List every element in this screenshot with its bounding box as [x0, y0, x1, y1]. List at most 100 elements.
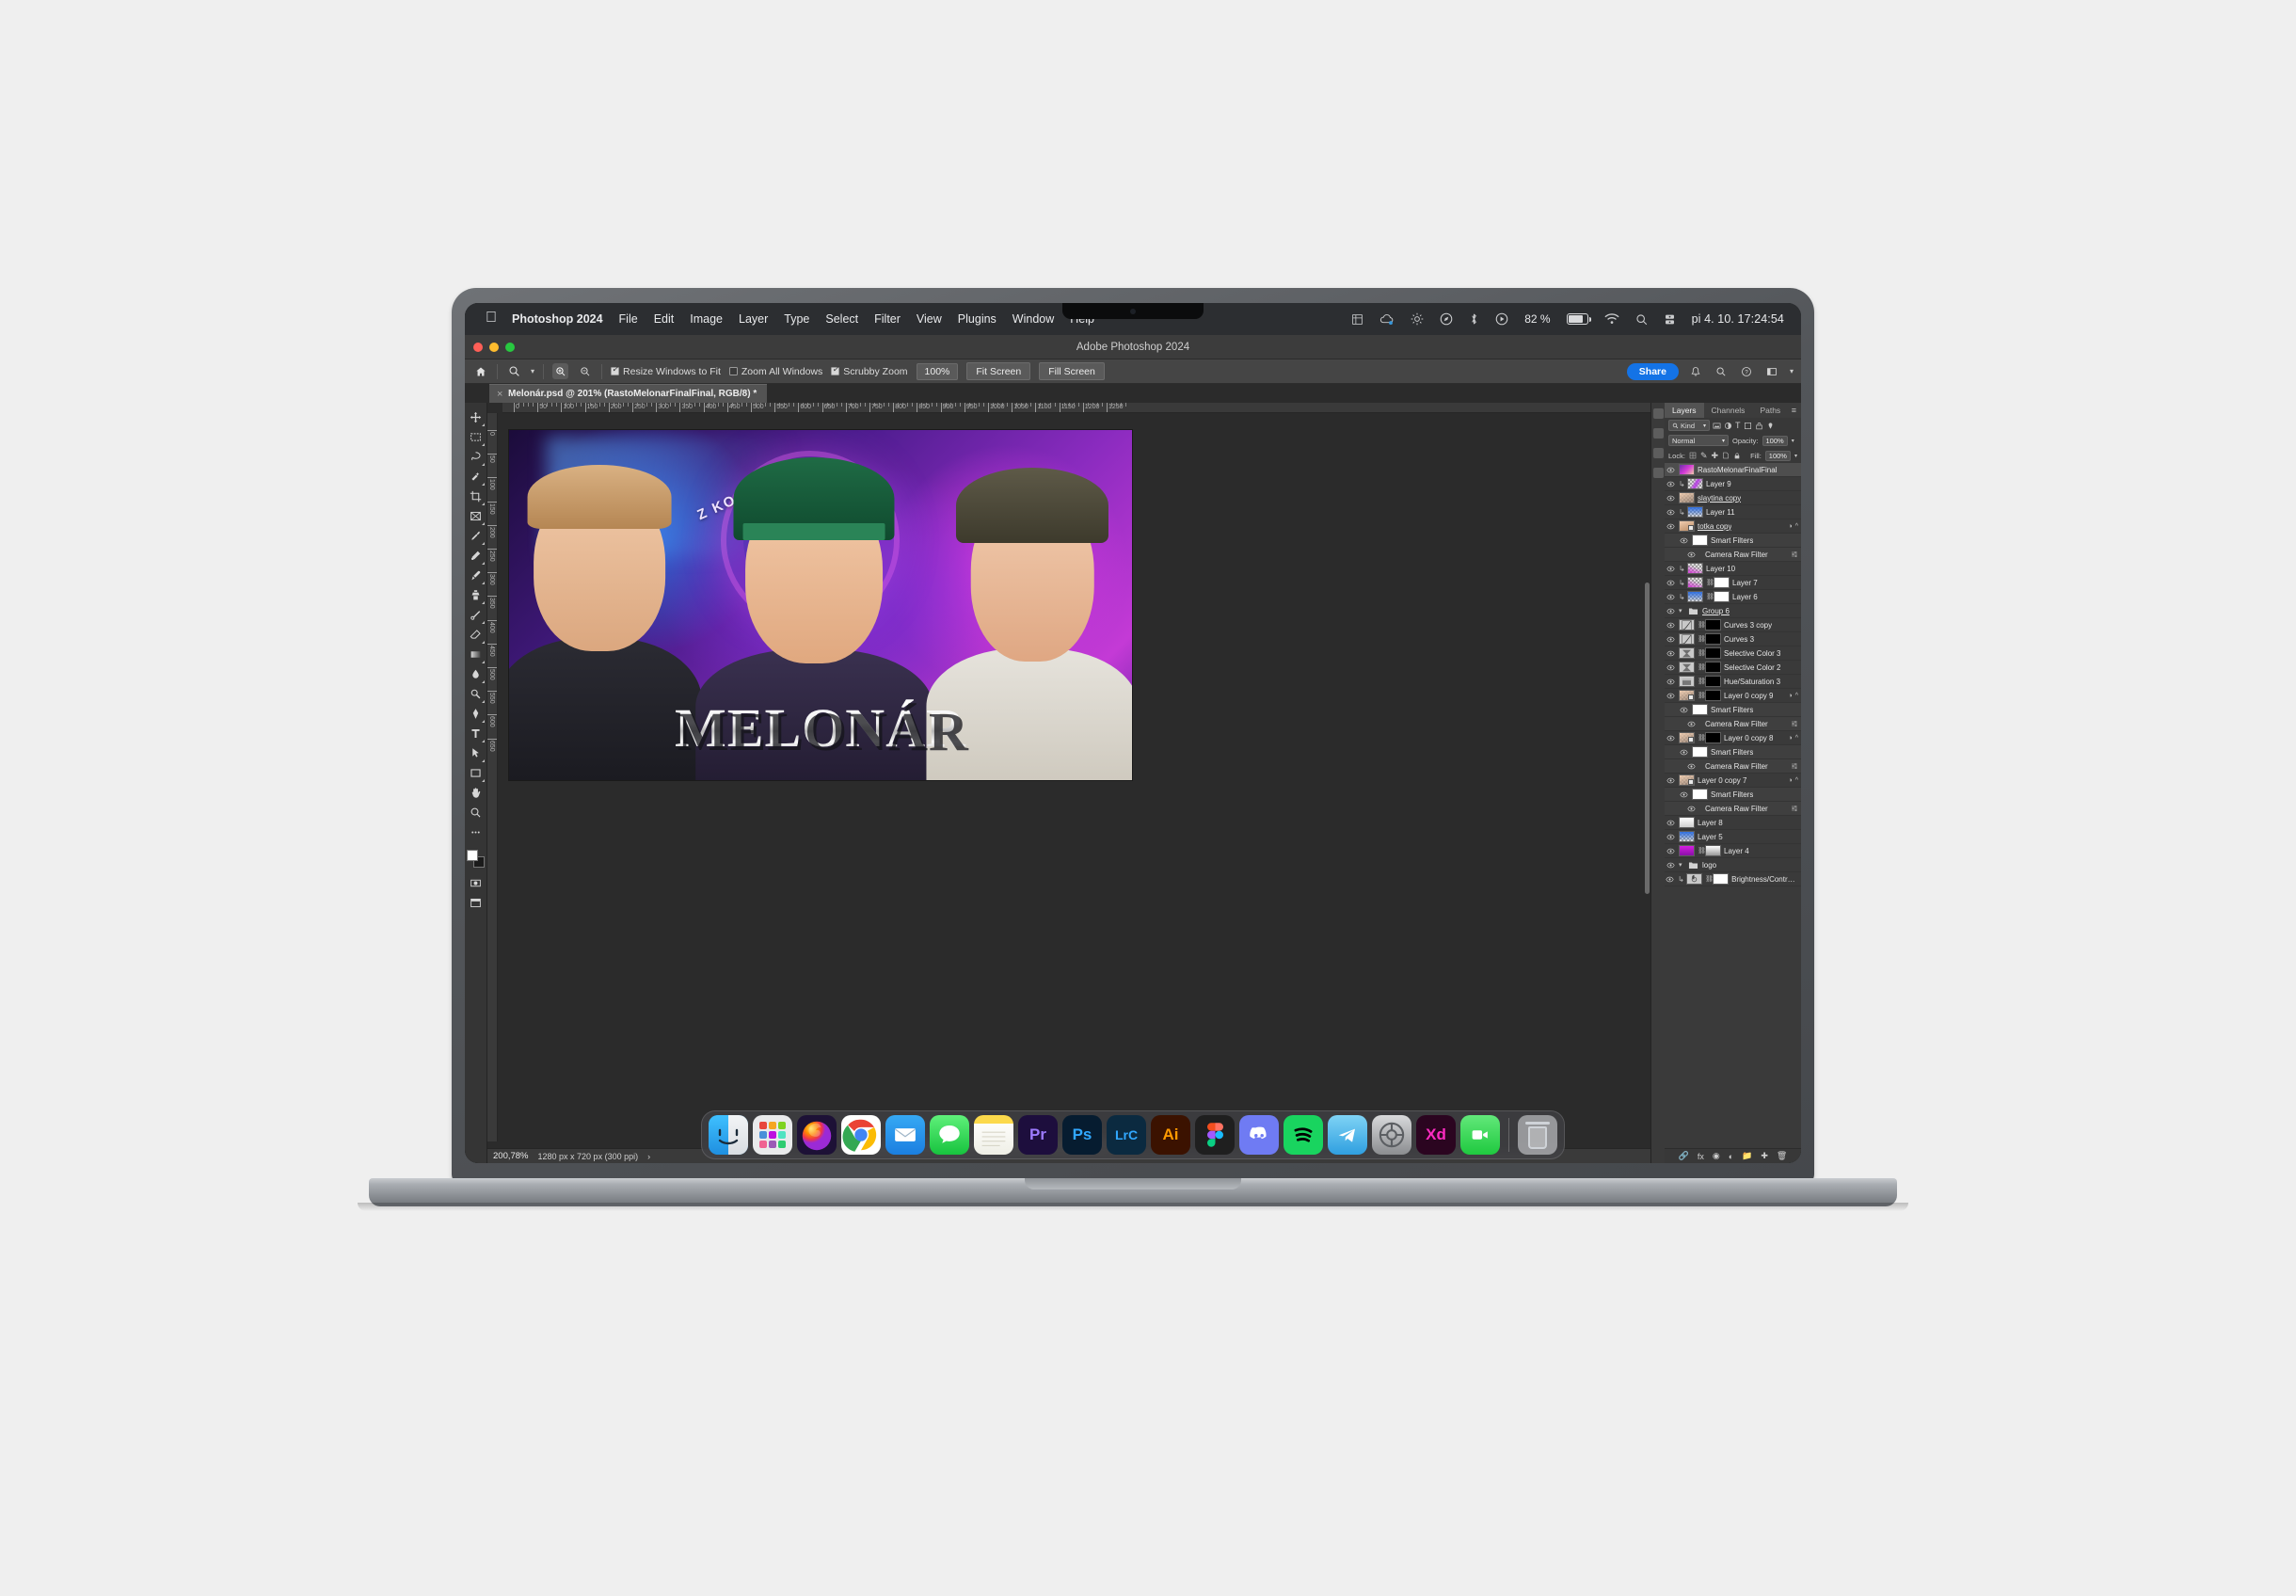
- dock-item-spotify[interactable]: [1284, 1115, 1323, 1155]
- dock-item-facetime[interactable]: [1460, 1115, 1500, 1155]
- filter-settings-icon[interactable]: [1791, 805, 1798, 812]
- dock-item-mail[interactable]: [885, 1115, 925, 1155]
- help-icon[interactable]: ?: [1739, 363, 1755, 379]
- menu-plugins[interactable]: Plugins: [958, 312, 997, 326]
- zoom-out-icon[interactable]: [577, 363, 593, 379]
- layer-thumbnail[interactable]: [1679, 831, 1695, 842]
- apple-logo-icon[interactable]: : [486, 310, 497, 327]
- brightness-icon[interactable]: [1411, 312, 1424, 326]
- layer-mask-thumbnail[interactable]: [1705, 619, 1721, 630]
- foreground-background-color[interactable]: [466, 849, 486, 870]
- layer-thumbnail[interactable]: [1687, 478, 1703, 489]
- smart-filter-badge-icon[interactable]: ◑: [1788, 693, 1792, 699]
- cloud-sync-icon[interactable]: [1379, 313, 1395, 326]
- dock-item-notes[interactable]: [974, 1115, 1013, 1155]
- layer-visibility-eye-icon[interactable]: [1678, 790, 1689, 799]
- layer-row[interactable]: ⛓ Layer 0 copy 9 ◑ ^: [1665, 689, 1801, 703]
- layer-visibility-eye-icon[interactable]: [1665, 494, 1676, 503]
- menu-filter[interactable]: Filter: [874, 312, 901, 326]
- zoom-all-windows-checkbox[interactable]: Zoom All Windows: [728, 366, 822, 377]
- layer-visibility-eye-icon[interactable]: [1665, 861, 1676, 870]
- minimize-button[interactable]: [489, 342, 499, 352]
- character-panel-icon[interactable]: [1652, 468, 1664, 478]
- layer-group-row[interactable]: ▾ Group 6: [1665, 604, 1801, 618]
- curves-icon[interactable]: [1679, 633, 1695, 645]
- layer-visibility-eye-icon[interactable]: [1665, 649, 1676, 658]
- layer-name[interactable]: slaytina copy: [1698, 494, 1741, 503]
- layer-name[interactable]: Hue/Saturation 3: [1724, 678, 1780, 686]
- layer-name[interactable]: RastoMelonarFinalFinal: [1698, 466, 1777, 474]
- dock-item-chrome[interactable]: [841, 1115, 881, 1155]
- layer-mask-thumbnail[interactable]: [1705, 690, 1721, 701]
- filter-settings-icon[interactable]: [1791, 762, 1798, 770]
- layer-name[interactable]: Curves 3 copy: [1724, 621, 1772, 630]
- quick-selection-tool[interactable]: [466, 467, 486, 487]
- layer-row[interactable]: ⛓ Layer 0 copy 8 ◑ ^: [1665, 731, 1801, 745]
- type-tool[interactable]: [466, 724, 486, 743]
- layer-name[interactable]: Camera Raw Filter: [1705, 762, 1768, 771]
- hand-tool[interactable]: [466, 783, 486, 803]
- layer-row[interactable]: Smart Filters: [1665, 745, 1801, 759]
- layer-name[interactable]: Smart Filters: [1711, 790, 1753, 799]
- layer-visibility-eye-icon[interactable]: [1665, 776, 1676, 785]
- menu-view[interactable]: View: [917, 312, 942, 326]
- layer-thumbnail[interactable]: [1679, 464, 1695, 475]
- lock-transparent-icon[interactable]: [1689, 452, 1697, 459]
- chevron-down-icon[interactable]: ▾: [1679, 861, 1685, 869]
- chevron-up-icon[interactable]: ^: [1795, 735, 1798, 742]
- layer-name[interactable]: Layer 9: [1706, 480, 1731, 488]
- layer-visibility-eye-icon[interactable]: [1665, 663, 1676, 672]
- layer-row[interactable]: Camera Raw Filter: [1665, 548, 1801, 562]
- lasso-tool[interactable]: [466, 447, 486, 467]
- edit-toolbar-button[interactable]: [466, 822, 486, 842]
- layer-row[interactable]: ↳ ⛓ Layer 6: [1665, 590, 1801, 604]
- layer-row[interactable]: ⛓ Selective Color 2: [1665, 661, 1801, 675]
- layer-name[interactable]: Layer 0 copy 9: [1724, 692, 1773, 700]
- layer-name[interactable]: Smart Filters: [1711, 706, 1753, 714]
- layer-visibility-eye-icon[interactable]: [1665, 466, 1676, 474]
- bluetooth-icon[interactable]: [1469, 312, 1479, 326]
- chevron-down-icon[interactable]: ▾: [1679, 607, 1685, 614]
- layer-row[interactable]: Smart Filters: [1665, 788, 1801, 802]
- dock-item-lightroom[interactable]: LrC: [1107, 1115, 1146, 1155]
- artboard[interactable]: Z KO MELONÁR: [509, 430, 1132, 780]
- lock-nesting-icon[interactable]: [1722, 452, 1730, 459]
- now-playing-icon[interactable]: [1495, 312, 1508, 326]
- adjustment-filter-icon[interactable]: [1724, 422, 1732, 430]
- chevron-down-icon[interactable]: ▾: [1792, 438, 1794, 444]
- layer-name[interactable]: Layer 4: [1724, 847, 1749, 855]
- dock-item-illustrator[interactable]: Ai: [1151, 1115, 1190, 1155]
- menubar-app-name[interactable]: Photoshop 2024: [512, 312, 603, 326]
- layer-name[interactable]: Layer 11: [1706, 508, 1735, 517]
- layer-visibility-eye-icon[interactable]: [1678, 748, 1689, 757]
- smartobject-filter-icon[interactable]: [1755, 422, 1763, 430]
- filter-settings-icon[interactable]: [1791, 720, 1798, 727]
- layer-row[interactable]: Camera Raw Filter: [1665, 759, 1801, 774]
- share-button[interactable]: Share: [1626, 362, 1679, 380]
- menubar-clock[interactable]: pi 4. 10. 17:24:54: [1692, 312, 1784, 326]
- layer-visibility-eye-icon[interactable]: [1665, 508, 1676, 517]
- layer-visibility-eye-icon[interactable]: [1665, 593, 1676, 601]
- layer-row[interactable]: ⛓ Selective Color 3: [1665, 646, 1801, 661]
- toggle-filter-icon[interactable]: [1766, 421, 1775, 431]
- zoom-percent-field[interactable]: 100%: [916, 362, 959, 380]
- chevron-down-icon[interactable]: ▾: [1790, 367, 1794, 375]
- clone-stamp-tool[interactable]: [466, 585, 486, 605]
- layer-mask-thumbnail[interactable]: [1705, 845, 1721, 856]
- scrubby-zoom-checkbox[interactable]: Scrubby Zoom: [831, 364, 908, 377]
- layer-row[interactable]: totka copy ◑ ^: [1665, 519, 1801, 534]
- selective-color-icon[interactable]: [1679, 647, 1695, 659]
- layer-visibility-eye-icon[interactable]: [1678, 536, 1689, 545]
- layer-thumbnail[interactable]: [1679, 774, 1695, 786]
- canvas-viewport[interactable]: Z KO MELONÁR: [498, 413, 1650, 1141]
- dock-item-system-settings[interactable]: [1372, 1115, 1411, 1155]
- filter-kind-select[interactable]: Kind ▾: [1668, 420, 1710, 431]
- close-button[interactable]: [473, 342, 483, 352]
- layer-name[interactable]: Selective Color 2: [1724, 663, 1780, 672]
- dock-item-firefox[interactable]: [797, 1115, 837, 1155]
- workspace-icon[interactable]: [1764, 363, 1780, 379]
- layer-visibility-eye-icon[interactable]: [1665, 847, 1676, 855]
- lock-all-icon[interactable]: [1733, 452, 1741, 460]
- frame-tool[interactable]: [466, 506, 486, 526]
- horizontal-ruler[interactable]: 0 50 100 150 200 250 300 350 400 450 500 550 600 650 7…: [502, 403, 1650, 413]
